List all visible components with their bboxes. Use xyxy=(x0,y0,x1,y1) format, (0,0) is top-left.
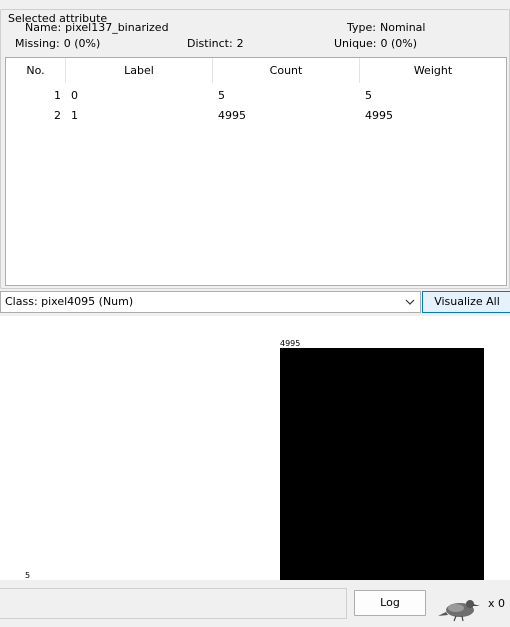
cell-weight: 4995 xyxy=(365,109,393,122)
cell-label: 1 xyxy=(71,109,78,122)
status-bar: Log x 0 xyxy=(0,580,510,627)
attr-distinct-row: Distinct: 2 xyxy=(187,37,244,51)
column-header-weight[interactable]: Weight xyxy=(360,58,506,83)
type-label: Type: xyxy=(347,21,376,34)
attribute-values-table[interactable]: No. Label Count Weight 1 0 5 5 2 1 4995 … xyxy=(5,57,507,286)
class-attribute-select[interactable]: Class: pixel4095 (Num) xyxy=(0,291,421,313)
class-select-value: Class: pixel4095 (Num) xyxy=(5,295,134,308)
attr-type-row: Type: Nominal xyxy=(347,21,425,35)
attr-unique-row: Unique: 0 (0%) xyxy=(334,37,417,51)
type-value: Nominal xyxy=(379,21,426,34)
cell-weight: 5 xyxy=(365,89,372,102)
table-row[interactable]: 1 0 5 5 xyxy=(6,86,506,106)
class-histogram: 5 4995 xyxy=(0,316,510,580)
unique-label: Unique: xyxy=(334,37,377,50)
log-button[interactable]: Log xyxy=(354,590,426,616)
histogram-bar-label: 4995 xyxy=(280,339,301,348)
unique-value: 0 (0%) xyxy=(380,37,418,50)
missing-value: 0 (0%) xyxy=(63,37,101,50)
column-header-count[interactable]: Count xyxy=(213,58,360,83)
histogram-bar-1 xyxy=(280,348,484,580)
table-header: No. Label Count Weight xyxy=(6,58,506,83)
task-count: x 0 xyxy=(488,597,506,610)
column-header-no[interactable]: No. xyxy=(6,58,66,83)
attr-name-row: Name: pixel137_binarized xyxy=(25,21,169,35)
cell-no: 1 xyxy=(54,89,61,102)
attr-missing-row: Missing: 0 (0%) xyxy=(15,37,100,51)
column-header-label[interactable]: Label xyxy=(66,58,213,83)
cell-label: 0 xyxy=(71,89,78,102)
name-value: pixel137_binarized xyxy=(65,21,169,34)
weka-bird-icon[interactable] xyxy=(436,594,484,622)
distinct-value: 2 xyxy=(236,37,244,50)
histogram-bar-label: 5 xyxy=(25,571,31,580)
visualize-all-button[interactable]: Visualize All xyxy=(422,291,510,313)
missing-label: Missing: xyxy=(15,37,60,50)
distinct-label: Distinct: xyxy=(187,37,233,50)
cell-count: 5 xyxy=(218,89,225,102)
name-label: Name: xyxy=(25,21,62,34)
table-row[interactable]: 2 1 4995 4995 xyxy=(6,106,506,126)
status-message-area xyxy=(0,588,347,619)
chevron-down-icon[interactable] xyxy=(404,292,416,312)
cell-no: 2 xyxy=(54,109,61,122)
cell-count: 4995 xyxy=(218,109,246,122)
